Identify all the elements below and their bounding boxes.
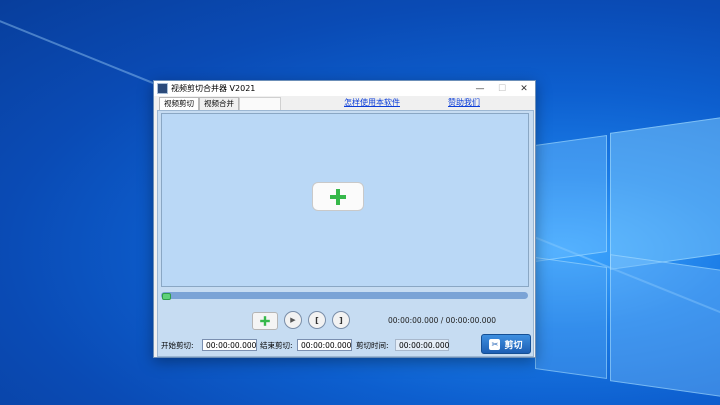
sponsor-link[interactable]: 赞助我们 bbox=[448, 97, 480, 108]
add-video-button[interactable] bbox=[312, 182, 364, 211]
end-cut-row: 结束剪切: bbox=[260, 338, 293, 352]
duration-field: 00:00:00.000 bbox=[395, 339, 449, 351]
video-preview-area[interactable] bbox=[161, 113, 529, 287]
mark-end-button[interactable]: ] bbox=[332, 311, 350, 329]
progress-bar[interactable] bbox=[161, 292, 528, 300]
add-file-button[interactable] bbox=[252, 312, 278, 330]
start-cut-label: 开始剪切: bbox=[161, 340, 194, 350]
mark-start-button[interactable]: [ bbox=[308, 311, 326, 329]
maximize-button[interactable]: ☐ bbox=[491, 81, 513, 96]
app-window: 视频剪切合并器 V2021 — ☐ ✕ 视频剪切 视频合并 怎样使用本软件 赞助… bbox=[153, 80, 536, 358]
duration-label: 剪切时间: bbox=[356, 340, 389, 350]
title-bar[interactable]: 视频剪切合并器 V2021 — ☐ ✕ bbox=[154, 81, 535, 96]
tab-filler bbox=[239, 97, 281, 110]
bracket-left-icon: [ bbox=[315, 315, 319, 325]
scissors-icon: ✂ bbox=[489, 338, 501, 350]
tab-video-merge[interactable]: 视频合并 bbox=[199, 97, 239, 110]
end-cut-label: 结束剪切: bbox=[260, 340, 293, 350]
tab-video-cut[interactable]: 视频剪切 bbox=[159, 97, 199, 111]
duration-row: 剪切时间: bbox=[356, 338, 389, 352]
time-readout: 00:00:00.000 / 00:00:00.000 bbox=[388, 316, 497, 325]
minimize-button[interactable]: — bbox=[469, 81, 491, 96]
bracket-right-icon: ] bbox=[339, 315, 343, 325]
cut-button[interactable]: ✂ 剪切 bbox=[481, 334, 531, 354]
start-cut-input[interactable]: 00:00:00.000 bbox=[202, 339, 257, 351]
cut-panel: ▶ [ ] 00:00:00.000 / 00:00:00.000 开始剪切: … bbox=[157, 110, 534, 357]
app-icon bbox=[157, 83, 168, 94]
close-button[interactable]: ✕ bbox=[513, 81, 535, 96]
cut-button-label: 剪切 bbox=[504, 340, 523, 351]
start-cut-row: 开始剪切: bbox=[161, 338, 194, 352]
plus-icon bbox=[260, 316, 270, 326]
window-title: 视频剪切合并器 V2021 bbox=[171, 84, 256, 93]
tab-strip: 视频剪切 视频合并 bbox=[159, 97, 281, 111]
end-cut-input[interactable]: 00:00:00.000 bbox=[297, 339, 352, 351]
plus-icon bbox=[330, 188, 346, 205]
play-icon: ▶ bbox=[290, 316, 296, 324]
how-to-use-link[interactable]: 怎样使用本软件 bbox=[344, 97, 400, 108]
progress-fill bbox=[162, 293, 171, 300]
play-button[interactable]: ▶ bbox=[284, 311, 302, 329]
